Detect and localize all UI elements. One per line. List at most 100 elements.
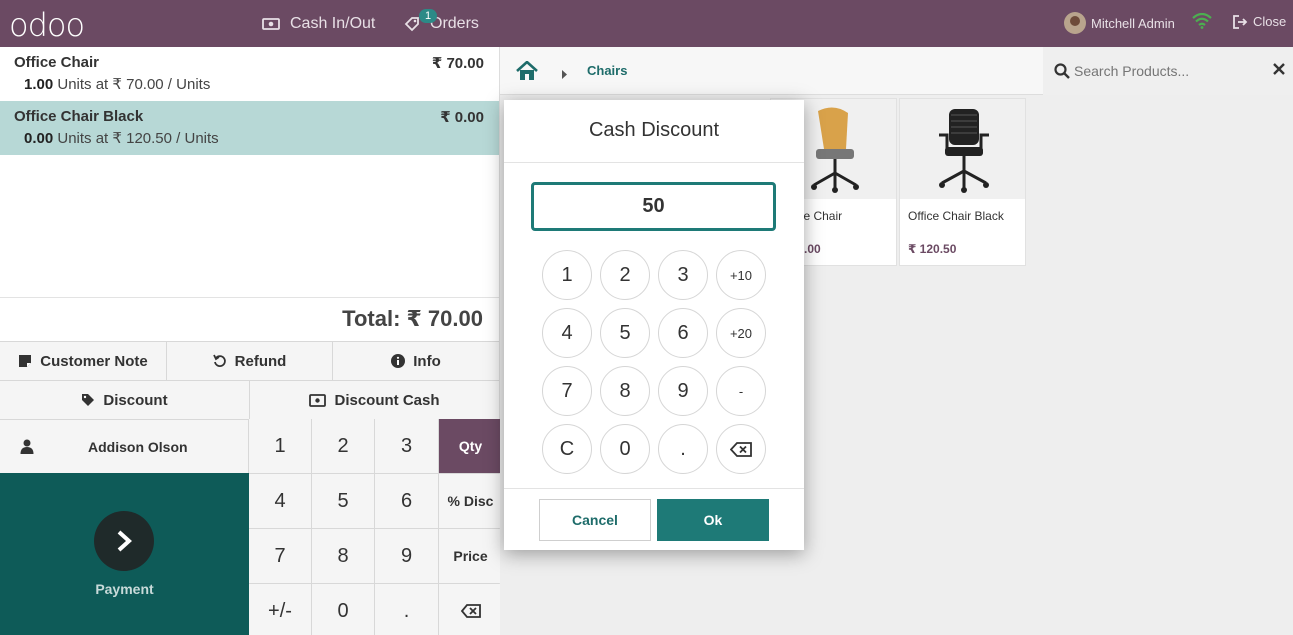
dialog-key-plus-20[interactable]: +20: [716, 308, 766, 358]
refund-icon: [212, 354, 227, 368]
order-line[interactable]: Office Chair ₹ 70.00 1.00 Units at ₹ 70.…: [0, 47, 499, 101]
search-input[interactable]: [1074, 63, 1264, 79]
cash-icon: [262, 17, 280, 31]
numpad-key-2[interactable]: 2: [312, 419, 374, 473]
numpad-mode-disc[interactable]: % Disc: [439, 474, 502, 528]
customer-note-label: Customer Note: [40, 352, 148, 370]
numpad-key-dot[interactable]: .: [375, 584, 438, 635]
cancel-button[interactable]: Cancel: [539, 499, 651, 541]
numpad-key-8[interactable]: 8: [312, 529, 374, 583]
numpad-mode-qty[interactable]: Qty: [439, 419, 502, 473]
note-icon: [18, 354, 32, 368]
refund-button[interactable]: Refund: [167, 341, 333, 380]
orders-button[interactable]: 1 Orders: [404, 0, 479, 47]
order-line-qty: 1.00: [24, 76, 54, 93]
backspace-icon: [730, 441, 752, 457]
discount-button[interactable]: Discount: [0, 380, 250, 419]
info-button[interactable]: Info: [333, 341, 499, 380]
odoo-logo: odoo: [9, 6, 85, 44]
dialog-key-5[interactable]: 5: [600, 308, 650, 358]
dialog-key-2[interactable]: 2: [600, 250, 650, 300]
dialog-key-6[interactable]: 6: [658, 308, 708, 358]
order-line-qty: 0.00: [24, 130, 54, 147]
order-line-info: 0.00 Units at ₹ 120.50 / Units: [14, 129, 485, 147]
dialog-key-3[interactable]: 3: [658, 250, 708, 300]
user-name: Mitchell Admin: [1091, 15, 1175, 31]
ok-button[interactable]: Ok: [657, 499, 769, 541]
order-line-name: Office Chair Black: [14, 108, 144, 125]
numpad-backspace[interactable]: [439, 584, 502, 635]
order-line-price: ₹ 70.00: [431, 55, 484, 72]
orders-tag-icon: [404, 16, 420, 32]
dialog-key-minus[interactable]: -: [716, 366, 766, 416]
avatar: [1064, 12, 1086, 34]
numpad-key-9[interactable]: 9: [375, 529, 438, 583]
product-image: [900, 99, 1025, 199]
numpad-key-plus-minus[interactable]: +/-: [249, 584, 311, 635]
dialog-key-dot[interactable]: .: [658, 424, 708, 474]
dialog-backspace[interactable]: [716, 424, 766, 474]
home-icon[interactable]: [515, 61, 539, 81]
top-bar: odoo Cash In/Out 1 Orders Mitchell Admin…: [0, 0, 1293, 47]
dialog-keypad: 1 2 3 +10 4 5 6 +20 7 8 9 - C 0 .: [542, 250, 766, 474]
tag-icon: [81, 393, 95, 407]
dialog-key-4[interactable]: 4: [542, 308, 592, 358]
dialog-key-9[interactable]: 9: [658, 366, 708, 416]
discount-cash-button[interactable]: Discount Cash: [250, 380, 499, 419]
order-line-unit-info: Units at ₹ 70.00 / Units: [53, 76, 211, 93]
close-label: Close: [1253, 14, 1287, 29]
numpad-key-3[interactable]: 3: [375, 419, 438, 473]
discount-cash-label: Discount Cash: [334, 391, 440, 409]
dialog-key-8[interactable]: 8: [600, 366, 650, 416]
wifi-icon: [1192, 12, 1212, 34]
product-name: Office Chair Black: [908, 209, 1004, 223]
refund-label: Refund: [234, 352, 287, 370]
discount-label: Discount: [103, 391, 168, 409]
cash-icon: [309, 393, 327, 407]
info-label: Info: [413, 352, 441, 370]
clear-search-icon[interactable]: [1273, 63, 1285, 75]
dialog-footer: Cancel Ok: [504, 488, 804, 550]
sign-out-icon: [1233, 14, 1248, 29]
numpad-key-0[interactable]: 0: [312, 584, 374, 635]
customer-note-button[interactable]: Customer Note: [0, 341, 167, 380]
numpad-key-7[interactable]: 7: [249, 529, 311, 583]
order-line-info: 1.00 Units at ₹ 70.00 / Units: [14, 75, 485, 93]
order-line-selected[interactable]: Office Chair Black ₹ 0.00 0.00 Units at …: [0, 101, 499, 155]
close-button[interactable]: Close: [1233, 14, 1286, 29]
customer-button[interactable]: Addison Olson: [0, 419, 249, 473]
cash-in-out-button[interactable]: Cash In/Out: [262, 0, 375, 47]
dialog-title: Cash Discount: [504, 100, 804, 163]
numpad-key-1[interactable]: 1: [249, 419, 311, 473]
numpad-key-4[interactable]: 4: [249, 474, 311, 528]
orders-label: Orders: [430, 14, 479, 32]
payment-circle: [94, 511, 154, 571]
dialog-key-clear[interactable]: C: [542, 424, 592, 474]
payment-button[interactable]: Payment: [0, 473, 249, 635]
cash-in-out-label: Cash In/Out: [290, 14, 376, 32]
order-pane: Office Chair ₹ 70.00 1.00 Units at ₹ 70.…: [0, 47, 502, 635]
dialog-key-7[interactable]: 7: [542, 366, 592, 416]
customer-name: Addison Olson: [88, 438, 188, 455]
dialog-key-plus-10[interactable]: +10: [716, 250, 766, 300]
orders-count-badge: 1: [419, 9, 438, 23]
breadcrumb-category[interactable]: Chairs: [587, 63, 627, 78]
numpad-key-5[interactable]: 5: [312, 474, 374, 528]
numpad-mode-price[interactable]: Price: [439, 529, 502, 583]
user-menu[interactable]: Mitchell Admin: [1064, 12, 1175, 34]
product-search[interactable]: [1043, 47, 1293, 95]
dialog-key-1[interactable]: 1: [542, 250, 592, 300]
chevron-right-icon: [117, 530, 132, 552]
order-line-name: Office Chair: [14, 54, 100, 71]
dialog-key-0[interactable]: 0: [600, 424, 650, 474]
numpad-key-6[interactable]: 6: [375, 474, 438, 528]
breadcrumb: Chairs: [500, 47, 1293, 95]
cash-discount-dialog: Cash Discount 50 1 2 3 +10 4 5 6 +20 7 8…: [504, 100, 804, 550]
caret-right-icon: [561, 66, 567, 84]
product-price: ₹ 120.50: [908, 242, 957, 256]
discount-amount-field[interactable]: 50: [531, 182, 776, 231]
order-line-unit-info: Units at ₹ 120.50 / Units: [53, 130, 219, 147]
info-icon: [391, 354, 406, 368]
product-card[interactable]: Office Chair Black ₹ 120.50: [899, 98, 1026, 266]
order-total: Total: ₹ 70.00: [0, 297, 499, 341]
